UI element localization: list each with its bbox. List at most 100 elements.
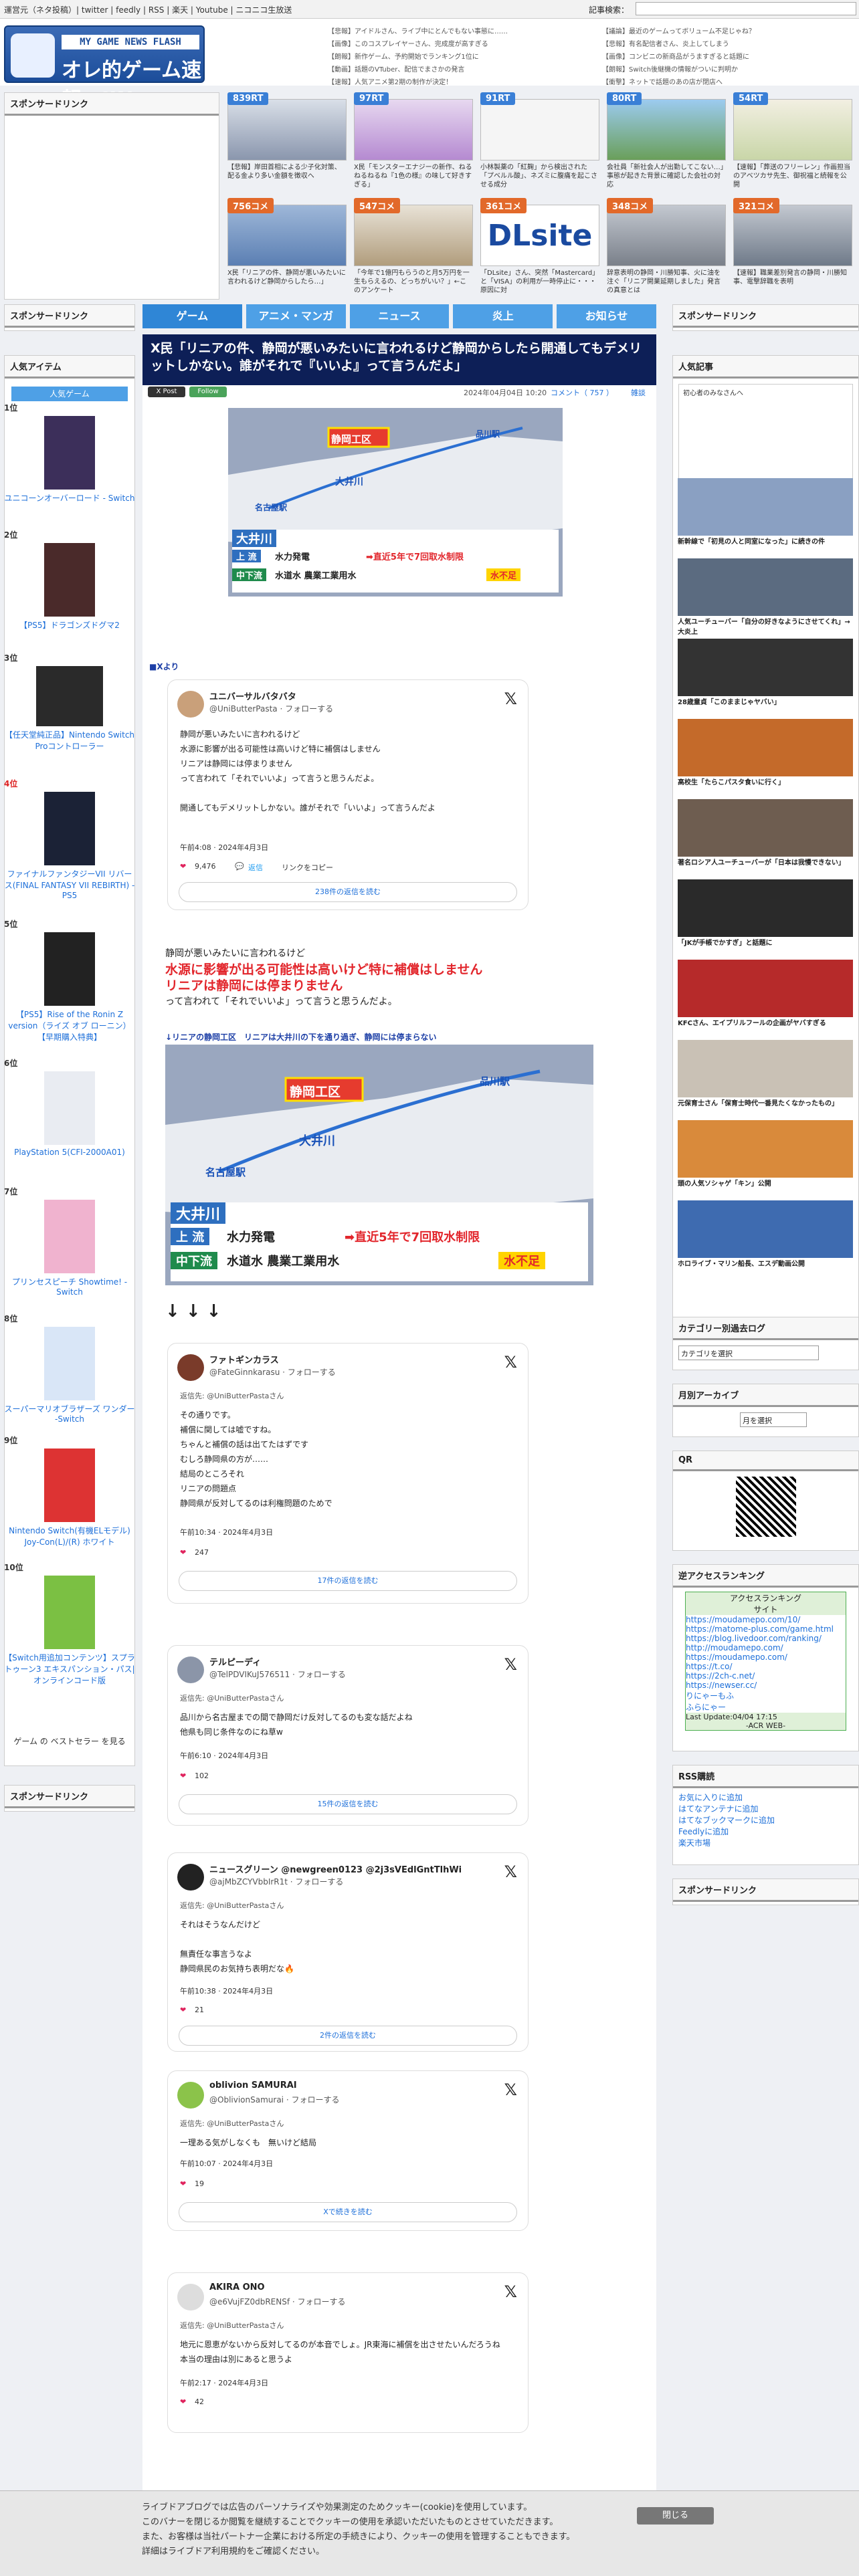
heart-icon[interactable]: ❤ bbox=[180, 2397, 186, 2406]
nav-notice[interactable]: お知らせ bbox=[557, 304, 656, 328]
tweet-author[interactable]: oblivion SAMURAI bbox=[209, 2080, 297, 2090]
embedded-tweet[interactable]: oblivion SAMURAI @OblivionSamurai · フォロー… bbox=[167, 2070, 529, 2231]
nav-game[interactable]: ゲーム bbox=[142, 304, 242, 328]
header-link[interactable]: 【画像】このコスプレイヤーさん、完成度が高すぎる bbox=[328, 38, 589, 51]
tweet-handle[interactable]: @UniButterPasta · フォローする bbox=[209, 703, 333, 714]
hot-item[interactable]: 547コメ 「今年で1億円もらうのと月5万円を一生もらえるの、どっちがいい？」←… bbox=[354, 198, 473, 297]
access-row[interactable]: りにゃーもふ bbox=[686, 1690, 846, 1701]
comment-count[interactable]: コメント（ 757 ） bbox=[551, 387, 613, 398]
tweet-time[interactable]: 午前6:10 · 2024年4月3日 bbox=[180, 1750, 268, 1761]
hot-item[interactable]: 54RT 【速報】「葬送のフリーレン」作画担当のアベツカサ先生、御祝福と続報を公… bbox=[733, 92, 852, 191]
tweet-author[interactable]: ユニバーサルバタバタ bbox=[209, 689, 296, 702]
search-input[interactable] bbox=[636, 2, 856, 15]
rank-item[interactable]: 1位 ユニコーンオーバーロード - Switch bbox=[4, 402, 135, 504]
hot-item[interactable]: 348コメ 辞意表明の静岡・川勝知事、火に油を注ぐ「リニア開業延期しました」発言… bbox=[607, 198, 726, 297]
popular-article[interactable]: 元保育士さん「保育士時代一番見たくなかったもの」 bbox=[678, 1040, 853, 1120]
x-logo-icon[interactable]: 𝕏 bbox=[504, 2282, 517, 2301]
rank-item[interactable]: 6位 PlayStation 5(CFI-2000A01) bbox=[4, 1057, 135, 1157]
header-link[interactable]: 【悲報】有名配信者さん、炎上してしまう bbox=[602, 38, 859, 51]
tweet-handle[interactable]: @TelPDVIKuJ576511 · フォローする bbox=[209, 1669, 346, 1680]
popular-article[interactable]: KFCさん、エイプリルフールの企画がヤバすぎる bbox=[678, 960, 853, 1040]
popular-article[interactable]: 人気ユーチューバー「自分の好きなようにさせてくれ」→ 大炎上 bbox=[678, 558, 853, 639]
x-logo-icon[interactable]: 𝕏 bbox=[504, 689, 517, 708]
tweet-handle[interactable]: @e6VujFZ0dbRENSf · フォローする bbox=[209, 2296, 346, 2307]
access-row[interactable]: https://t.co/ bbox=[686, 1662, 846, 1671]
popular-article[interactable]: 「JKが手帳でかすぎ」と話題に bbox=[678, 879, 853, 960]
reply-label[interactable]: 返信 bbox=[248, 862, 263, 873]
tweet-time[interactable]: 午前10:07 · 2024年4月3日 bbox=[180, 2158, 273, 2169]
nav-news[interactable]: ニュース bbox=[349, 304, 450, 328]
popular-article[interactable]: 頭の人気ソシャゲ「キン」公開 bbox=[678, 1120, 853, 1200]
rank-item[interactable]: 5位 【PS5】Rise of the Ronin Z version（ライズ オ… bbox=[4, 918, 135, 1043]
read-replies-button[interactable]: 17件の返信を読む bbox=[179, 1571, 517, 1591]
rank-item[interactable]: 2位 【PS5】ドラゴンズドグマ2 bbox=[4, 529, 135, 631]
category-link[interactable]: 雑談 bbox=[631, 387, 646, 398]
rank-item[interactable]: 3位 【任天堂純正品】Nintendo Switch Proコントローラー bbox=[4, 652, 135, 752]
heart-icon[interactable]: ❤ bbox=[180, 2006, 186, 2014]
access-row[interactable]: https://blog.livedoor.com/ranking/ bbox=[686, 1634, 846, 1643]
header-link[interactable]: 【議論】最近のゲームってボリューム不足じゃね？ bbox=[602, 25, 859, 38]
access-row[interactable]: https://moudamepo.com/ bbox=[686, 1652, 846, 1662]
heart-icon[interactable]: ❤ bbox=[180, 1548, 186, 1557]
x-post-button[interactable]: X Post bbox=[148, 387, 185, 397]
nav-flame[interactable]: 炎上 bbox=[453, 304, 553, 328]
tweet-handle[interactable]: @FateGinnkarasu · フォローする bbox=[209, 1366, 336, 1378]
hot-item[interactable]: 321コメ 【速報】職業差別発言の静岡・川勝知事、電撃辞職を表明 bbox=[733, 198, 852, 297]
embedded-tweet[interactable]: テルピーディ @TelPDVIKuJ576511 · フォローする 𝕏 返信先:… bbox=[167, 1645, 529, 1826]
hot-item[interactable]: 361コメ DLsite 「DLsite」さん、突然「Mastercard」と「… bbox=[480, 198, 599, 297]
heart-icon[interactable]: ❤ bbox=[180, 1772, 186, 1780]
top-links[interactable]: 運営元（ネタ投稿）| twitter | feedly | RSS | 楽天 |… bbox=[4, 4, 292, 15]
tweet-time[interactable]: 午前4:08 · 2024年4月3日 bbox=[180, 842, 268, 853]
access-footer[interactable]: -ACR WEB- bbox=[686, 1721, 846, 1730]
rank-item[interactable]: 10位 【Switch用追加コンテンツ】スプラトゥーン3 エキスパンション・パス|… bbox=[4, 1562, 135, 1686]
popular-article[interactable]: 新幹線で「初見の人と同室になった」に続きの件 bbox=[678, 478, 853, 558]
header-link[interactable]: 【朗報】新作ゲーム、予約開始でランキング1位に bbox=[328, 51, 589, 64]
x-logo-icon[interactable]: 𝕏 bbox=[504, 2080, 517, 2099]
hot-item[interactable]: 80RT 会社員「新社会人が出勤してこない…」事態が起きた背景に確認した会社の対… bbox=[607, 92, 726, 191]
access-row[interactable]: https://newser.cc/ bbox=[686, 1681, 846, 1690]
site-logo[interactable]: MY GAME NEWS FLASH オレ的ゲーム速報@JIN bbox=[4, 25, 205, 112]
embedded-tweet[interactable]: AKIRA ONO @e6VujFZ0dbRENSf · フォローする 𝕏 返信… bbox=[167, 2272, 529, 2433]
rank-item[interactable]: 7位 プリンセスピーチ Showtime! -Switch bbox=[4, 1186, 135, 1297]
access-row[interactable]: https://moudamepo.com/10/ bbox=[686, 1615, 846, 1624]
x-logo-icon[interactable]: 𝕏 bbox=[504, 1655, 517, 1674]
tweet-author[interactable]: ファトギンカラス bbox=[209, 1353, 279, 1366]
hot-item[interactable]: 756コメ X民「リニアの件、静岡が悪いみたいに言われるけど静岡からしたら…」 bbox=[227, 198, 347, 297]
read-replies-button[interactable]: 238件の返信を読む bbox=[179, 882, 517, 902]
hot-item[interactable]: 97RT X民「モンスターエナジーの新作、ねるねるねるね『1色の様』の味して好き… bbox=[354, 92, 473, 191]
rank-item[interactable]: 8位 スーパーマリオブラザーズ ワンダー -Switch bbox=[4, 1313, 135, 1424]
header-link[interactable]: 【衝撃】ネットで話題のあの店が閉店へ bbox=[602, 76, 859, 89]
popular-article[interactable]: ホロライブ・マリン船長、エスデ動画公開 bbox=[678, 1200, 853, 1281]
month-select[interactable]: 月を選択 bbox=[740, 1412, 807, 1427]
follow-button[interactable]: Follow bbox=[189, 387, 227, 397]
reply-icon[interactable]: 💬 bbox=[235, 862, 244, 871]
bestseller-link[interactable]: ゲーム の ベストセラー を見る bbox=[4, 1735, 135, 1747]
popular-article[interactable]: 高校生「たらこパスタ食いに行く」 bbox=[678, 719, 853, 799]
popular-article[interactable]: 28歳童貞「このままじゃヤバい」 bbox=[678, 639, 853, 719]
cookie-close-button[interactable]: 閉じる bbox=[637, 2507, 714, 2525]
tweet-handle[interactable]: @OblivionSamurai · フォローする bbox=[209, 2094, 339, 2105]
header-link[interactable]: 【動画】話題のVTuber、配信でまさかの発言 bbox=[328, 64, 589, 76]
category-select[interactable]: カテゴリを選択 bbox=[678, 1346, 819, 1360]
header-link[interactable]: 【朗報】Switch後継機の情報がついに判明か bbox=[602, 64, 859, 76]
tweet-author[interactable]: ニュースグリーン @newgreen0123 @2j3sVEdlGntTlhWi bbox=[209, 1862, 462, 1875]
popular-article[interactable]: 著名ロシア人ユーチューバーが「日本は我慢できない」 bbox=[678, 799, 853, 879]
rank-item[interactable]: 9位 Nintendo Switch(有機ELモデル) Joy-Con(L)/(R… bbox=[4, 1434, 135, 1547]
tweet-author[interactable]: テルピーディ bbox=[209, 1655, 261, 1668]
access-row[interactable]: https://2ch-c.net/ bbox=[686, 1671, 846, 1681]
hot-item[interactable]: 91RT 小林製薬の「紅麹」から検出された「プベルル酸」、ネズミに腹痛を起こさせ… bbox=[480, 92, 599, 191]
read-more-button[interactable]: Xで続きを読む bbox=[179, 2202, 517, 2222]
rss-link[interactable]: はてなアンテナに追加 bbox=[678, 1804, 853, 1815]
embedded-tweet[interactable]: ファトギンカラス @FateGinnkarasu · フォローする 𝕏 返信先:… bbox=[167, 1343, 529, 1604]
access-row[interactable]: ふらにゃー bbox=[686, 1701, 846, 1713]
embedded-tweet[interactable]: ニュースグリーン @newgreen0123 @2j3sVEdlGntTlhWi… bbox=[167, 1852, 529, 2052]
heart-icon[interactable]: ❤ bbox=[180, 862, 186, 871]
rank-item[interactable]: 4位 ファイナルファンタジーVII リバース(FINAL FANTASY VII … bbox=[4, 778, 135, 900]
rss-link[interactable]: はてなブックマークに追加 bbox=[678, 1815, 853, 1826]
rss-link[interactable]: お気に入りに追加 bbox=[678, 1792, 853, 1804]
x-logo-icon[interactable]: 𝕏 bbox=[504, 1353, 517, 1372]
rss-link[interactable]: 楽天市場 bbox=[678, 1838, 853, 1849]
access-row[interactable]: http://moudamepo.com/ bbox=[686, 1643, 846, 1652]
hot-item[interactable]: 839RT 【悲報】岸田首相による少子化対策、配る金より多い金額を徴収へ bbox=[227, 92, 347, 191]
access-row[interactable]: https://matome-plus.com/game.html bbox=[686, 1624, 846, 1634]
